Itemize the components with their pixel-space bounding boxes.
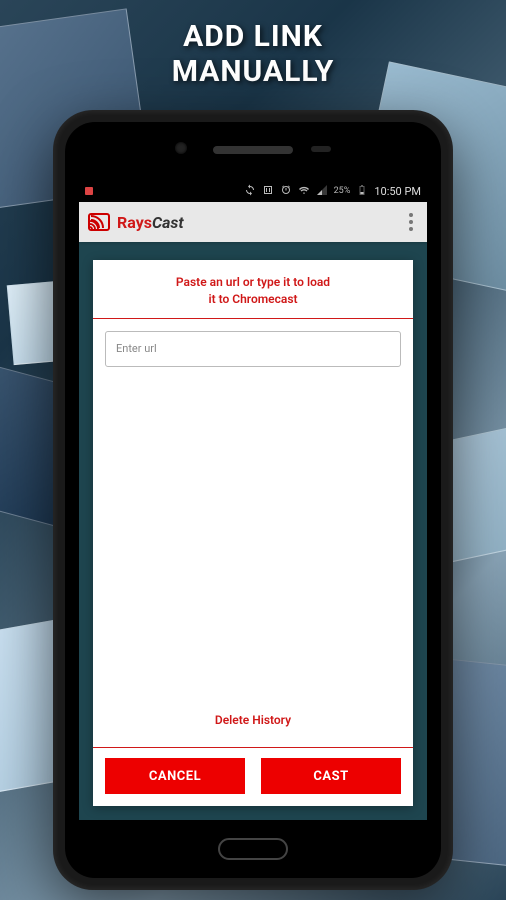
kebab-dot-icon: [409, 213, 413, 217]
wifi-icon: [298, 184, 310, 199]
heading-line-2: MANUALLY: [0, 55, 506, 90]
cast-button[interactable]: CAST: [261, 758, 401, 794]
overflow-menu-button[interactable]: [403, 207, 419, 237]
phone-camera: [175, 142, 187, 154]
app-title-part2: Cast: [152, 213, 184, 232]
dialog-buttons: CANCEL CAST: [93, 748, 413, 806]
phone-inner: 25% 10:50 PM RaysCast: [65, 122, 441, 878]
heading-line-1: ADD LINK: [0, 20, 506, 55]
status-right: 25% 10:50 PM: [244, 184, 421, 199]
kebab-dot-icon: [409, 227, 413, 231]
android-status-bar: 25% 10:50 PM: [79, 180, 427, 202]
notification-icon: [85, 187, 93, 195]
spacer: [105, 367, 401, 705]
dialog-title: Paste an url or type it to load it to Ch…: [93, 260, 413, 318]
phone-screen: 25% 10:50 PM RaysCast: [79, 180, 427, 820]
battery-icon: [356, 184, 368, 199]
dialog-title-line-2: it to Chromecast: [113, 291, 393, 308]
nfc-icon: [262, 184, 274, 199]
promo-heading: ADD LINK MANUALLY: [0, 20, 506, 89]
dialog-title-line-1: Paste an url or type it to load: [113, 274, 393, 291]
phone-frame: 25% 10:50 PM RaysCast: [53, 110, 453, 890]
alarm-icon: [280, 184, 292, 199]
app-title: RaysCast: [117, 213, 184, 232]
cast-icon: [87, 210, 111, 234]
delete-history-link[interactable]: Delete History: [105, 705, 401, 735]
app-title-part1: Rays: [117, 213, 152, 232]
kebab-dot-icon: [409, 220, 413, 224]
signal-icon: [316, 184, 328, 199]
add-url-dialog: Paste an url or type it to load it to Ch…: [93, 260, 413, 806]
phone-sensors: [311, 146, 331, 152]
status-time: 10:50 PM: [374, 185, 421, 198]
app-header: RaysCast: [79, 202, 427, 242]
url-input[interactable]: [105, 331, 401, 367]
phone-home-button: [218, 838, 288, 860]
dialog-body: Delete History: [93, 319, 413, 747]
sync-icon: [244, 184, 256, 199]
status-left: [85, 187, 93, 195]
cancel-button[interactable]: CANCEL: [105, 758, 245, 794]
battery-text: 25%: [334, 186, 351, 196]
phone-earpiece: [213, 146, 293, 154]
